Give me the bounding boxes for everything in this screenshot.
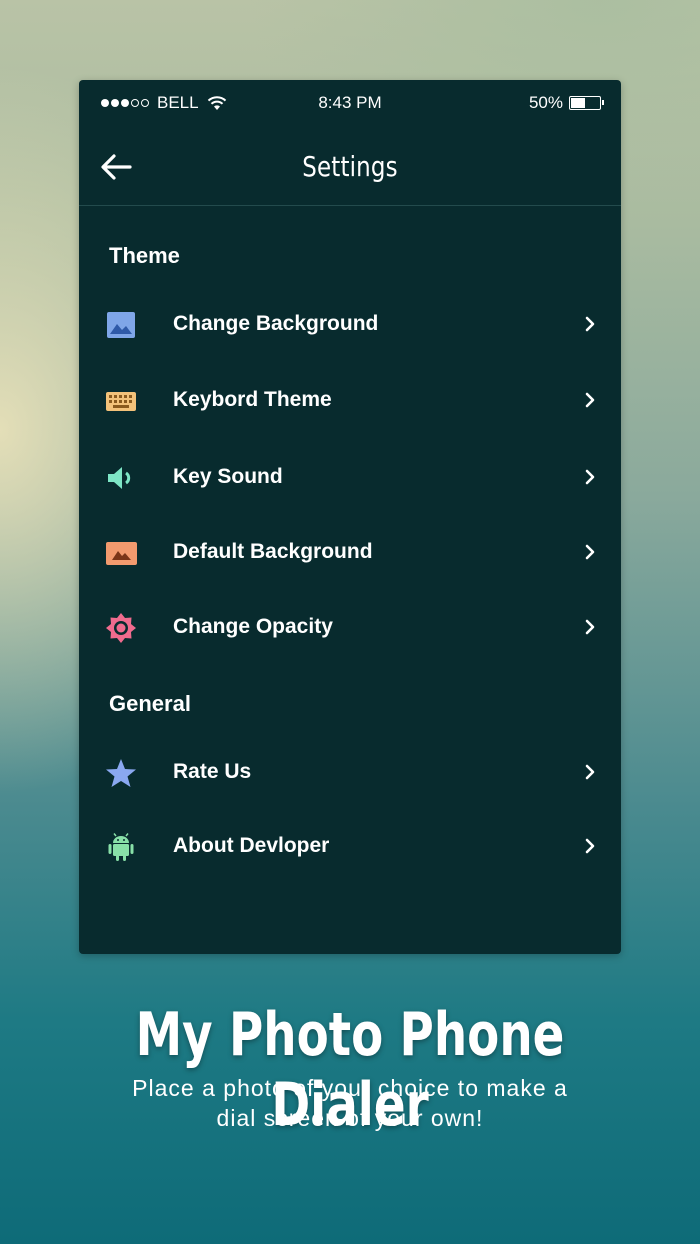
setting-label: Change Background — [173, 312, 379, 335]
setting-label: Keybord Theme — [173, 388, 332, 411]
promo-subtitle: Place a photo of your choice to make a d… — [0, 1073, 700, 1133]
setting-label: Change Opacity — [173, 615, 333, 638]
speaker-icon — [108, 467, 131, 489]
brightness-icon — [106, 613, 136, 643]
chevron-right-icon — [585, 764, 595, 780]
setting-label: Rate Us — [173, 760, 252, 783]
battery-icon — [569, 96, 604, 110]
setting-label: Default Background — [173, 540, 373, 563]
page-title: Settings — [302, 150, 398, 183]
promo-subtitle-line2: dial screen of your own! — [216, 1105, 484, 1131]
setting-change-opacity[interactable]: Change Opacity — [79, 598, 621, 658]
setting-change-background[interactable]: Change Background — [79, 295, 621, 355]
chevron-right-icon — [585, 544, 595, 560]
setting-keybord-theme[interactable]: Keybord Theme — [79, 371, 621, 431]
keyboard-icon — [106, 392, 136, 411]
section-header-theme: Theme — [109, 243, 180, 268]
nav-bar: Settings — [79, 126, 621, 206]
status-bar: BELL 8:43 PM 50% — [79, 80, 621, 126]
landscape-icon — [106, 542, 137, 565]
battery-percent: 50% — [528, 93, 563, 112]
setting-rate-us[interactable]: Rate Us — [79, 743, 621, 803]
setting-label: About Devloper — [173, 834, 330, 857]
android-icon — [108, 833, 134, 861]
setting-about-developer[interactable]: About Devloper — [79, 817, 621, 877]
chevron-right-icon — [585, 619, 595, 635]
chevron-right-icon — [585, 316, 595, 332]
setting-default-background[interactable]: Default Background — [79, 523, 621, 583]
setting-label: Key Sound — [173, 465, 283, 488]
section-header-general: General — [109, 691, 191, 716]
star-icon — [106, 759, 136, 787]
image-icon — [107, 312, 135, 338]
chevron-right-icon — [585, 838, 595, 854]
chevron-right-icon — [585, 469, 595, 485]
promo-subtitle-line1: Place a photo of your choice to make a — [132, 1075, 568, 1101]
setting-key-sound[interactable]: Key Sound — [79, 448, 621, 508]
chevron-right-icon — [585, 392, 595, 408]
phone-screen: BELL 8:43 PM 50% Settings Theme Change B… — [79, 80, 621, 954]
